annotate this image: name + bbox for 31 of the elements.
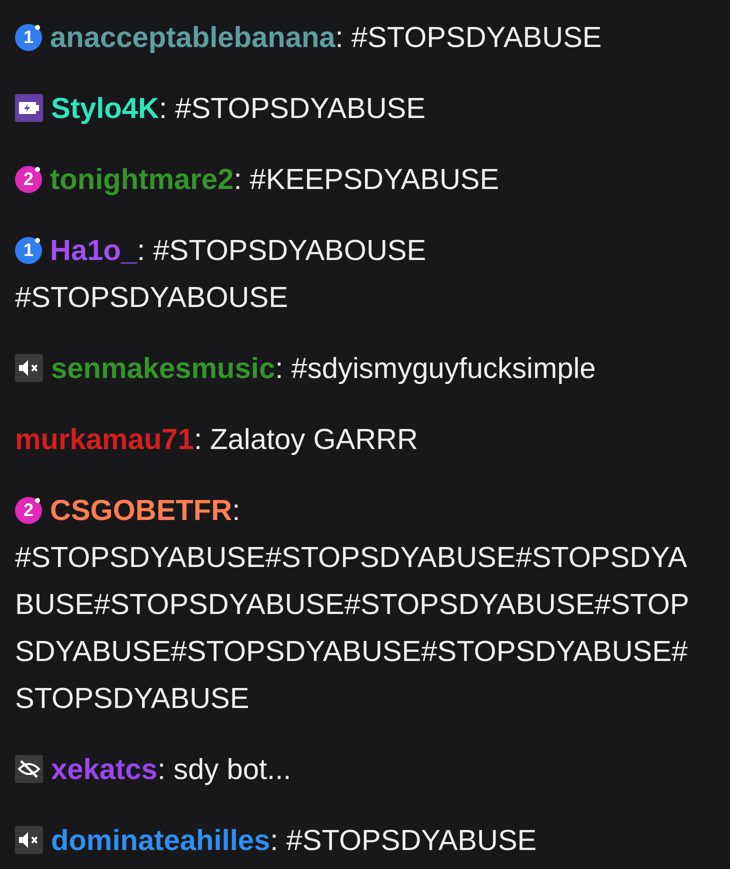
chat-message: : #STOPSDYABUSE bbox=[335, 22, 602, 54]
subscriber-badge: 1 bbox=[15, 24, 42, 51]
chat-message: BUSE#STOPSDYABUSE#STOPSDYABUSE#STOP bbox=[15, 589, 690, 621]
chat-message: : #STOPSDYABUSE bbox=[158, 93, 426, 125]
chat-message: #STOPSDYABOUSE bbox=[15, 282, 288, 314]
subscriber-badge: 2 bbox=[15, 496, 42, 524]
chat-message: : #sdyismyguyfucksimple bbox=[275, 353, 596, 385]
username[interactable]: Ha1o_ bbox=[50, 235, 138, 267]
username[interactable]: murkamau71 bbox=[15, 424, 194, 456]
subscriber-badge: 2 bbox=[15, 166, 42, 193]
username[interactable]: anacceptablebanana bbox=[50, 22, 336, 54]
chat-message: : Zalatoy GARRR bbox=[194, 424, 418, 456]
muted-speaker-icon bbox=[15, 354, 43, 382]
chat-message: : #STOPSDYABOUSE bbox=[137, 235, 426, 267]
username[interactable]: senmakesmusic bbox=[51, 353, 276, 385]
chat-message: : bbox=[232, 495, 240, 527]
username[interactable]: tonightmare2 bbox=[50, 164, 234, 196]
eye-slash-icon bbox=[15, 755, 43, 784]
chat-message: #STOPSDYABUSE#STOPSDYABUSE#STOPSDYA bbox=[15, 542, 688, 574]
chat-message: STOPSDYABUSE bbox=[15, 683, 250, 715]
username[interactable]: dominateahilles bbox=[51, 825, 270, 857]
chat-message: : sdy bot... bbox=[157, 754, 292, 786]
chat-message: : #KEEPSDYABUSE bbox=[234, 164, 500, 196]
subscriber-badge: 1 bbox=[15, 236, 42, 264]
chat-message: : #STOPSDYABUSE bbox=[270, 825, 537, 857]
muted-speaker-icon bbox=[15, 826, 43, 854]
chat-message: SDYABUSE#STOPSDYABUSE#STOPSDYABUSE# bbox=[15, 636, 688, 668]
battery-badge-icon bbox=[15, 94, 43, 122]
username[interactable]: CSGOBETFR bbox=[50, 495, 232, 527]
username[interactable]: xekatcs bbox=[51, 754, 158, 786]
username[interactable]: Stylo4K bbox=[51, 93, 159, 125]
